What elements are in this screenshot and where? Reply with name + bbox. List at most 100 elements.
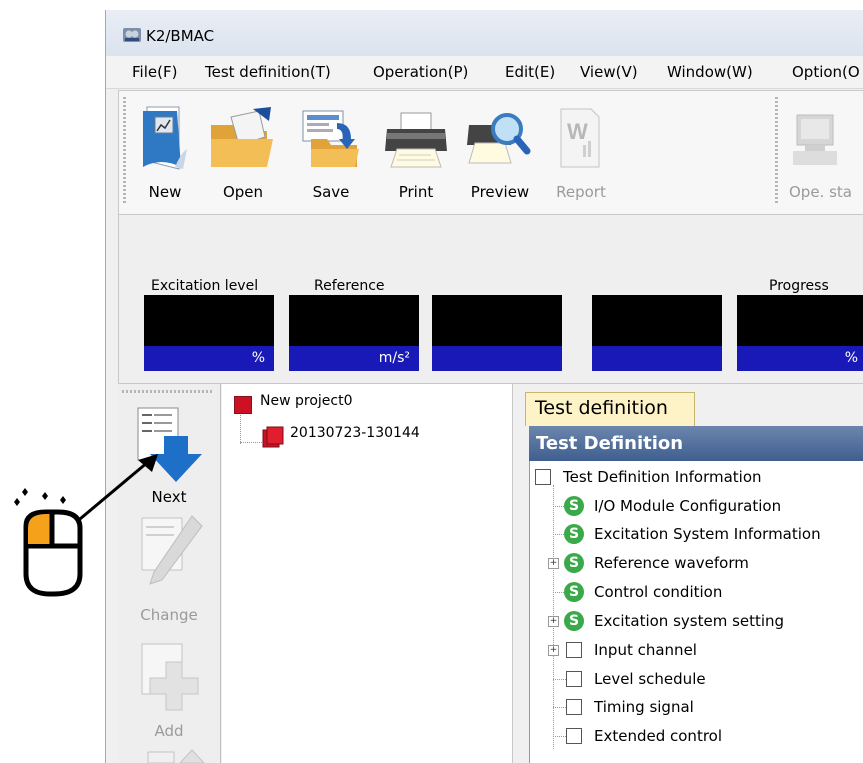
menu-edit[interactable]: Edit(E) [505, 63, 555, 81]
excitation-level-display: % [144, 295, 274, 371]
expand-icon[interactable]: + [548, 645, 559, 656]
tree-node-control-condition[interactable]: S Control condition [530, 578, 863, 606]
save-label: Save [312, 183, 350, 201]
preview-button[interactable]: Preview [459, 91, 541, 215]
tree-node-excitation-system-information[interactable]: S Excitation System Information [530, 520, 863, 548]
node-label: Reference waveform [594, 554, 749, 572]
title-bar: K2/BMAC [106, 10, 863, 56]
test-definition-title: Test Definition [536, 433, 684, 454]
tree-node-io-module-configuration[interactable]: S I/O Module Configuration [530, 492, 863, 520]
s-status-icon: S [564, 524, 584, 544]
node-label: Excitation system setting [594, 612, 785, 630]
application-window: K2/BMAC File(F) Test definition(T) Opera… [105, 10, 863, 763]
checkbox-icon[interactable] [566, 671, 582, 687]
tree-node-timing-signal[interactable]: Timing signal [530, 693, 863, 721]
window-title: K2/BMAC [146, 27, 215, 45]
blank-display [432, 295, 562, 371]
test-definition-tree: Test Definition Information S I/O Module… [529, 461, 863, 763]
project-tree: New project0 20130723-130144 [222, 384, 513, 763]
operation-start-icon [793, 114, 837, 165]
change-label: Change [140, 606, 198, 624]
s-status-icon: S [564, 582, 584, 602]
open-button[interactable]: Open [203, 91, 283, 215]
open-label: Open [222, 183, 264, 201]
reference-display: m/s² [289, 295, 419, 371]
report-button[interactable]: W Report [543, 91, 619, 215]
word-report-icon: W [560, 108, 600, 168]
test-file-icon [262, 426, 284, 448]
print-preview-icon [467, 113, 531, 164]
printer-icon [385, 112, 447, 168]
new-button[interactable]: New [131, 91, 199, 215]
tree-node-reference-waveform[interactable]: + S Reference waveform [530, 549, 863, 577]
mouse-left-click-icon [14, 454, 158, 597]
checkbox-icon[interactable] [566, 728, 582, 744]
operation-start-label: Ope. sta [789, 183, 852, 201]
operation-start-button[interactable]: Ope. sta [781, 91, 863, 215]
status-panel: Excitation level Reference Progress % m/… [118, 214, 863, 384]
menu-test-definition[interactable]: Test definition(T) [205, 63, 331, 81]
tree-node-level-schedule[interactable]: Level schedule [530, 665, 863, 693]
s-status-icon: S [564, 496, 584, 516]
test-name: 20130723-130144 [290, 425, 420, 441]
menu-bar: File(F) Test definition(T) Operation(P) … [106, 56, 863, 89]
expand-icon[interactable]: + [548, 616, 559, 627]
add-button[interactable]: Add [118, 642, 220, 742]
sidebar-grip[interactable] [122, 390, 214, 393]
toolbar-grip[interactable] [123, 97, 126, 203]
new-document-icon [143, 106, 187, 170]
menu-file[interactable]: File(F) [132, 63, 177, 81]
menu-window[interactable]: Window(W) [667, 63, 753, 81]
tree-node-test-definition-information[interactable]: Test Definition Information [530, 463, 863, 491]
new-label: New [148, 183, 182, 201]
svg-text:W: W [567, 119, 588, 144]
node-label: Test Definition Information [563, 468, 762, 486]
node-label: Timing signal [594, 698, 694, 716]
node-label: Level schedule [594, 670, 706, 688]
project-icon [234, 396, 252, 414]
s-status-icon: S [564, 553, 584, 573]
tab-test-definition[interactable]: Test definition [525, 392, 695, 426]
add-plus-icon [141, 643, 199, 711]
node-label: Excitation System Information [594, 525, 821, 543]
tree-node-extended-control[interactable]: Extended control [530, 722, 863, 750]
tree-node-input-channel[interactable]: + Input channel [530, 636, 863, 664]
excitation-level-label: Excitation level [151, 278, 259, 294]
preview-label: Preview [470, 183, 530, 201]
move-up-icon[interactable] [146, 746, 206, 763]
save-icon [302, 110, 359, 167]
print-label: Print [398, 183, 434, 201]
node-label: Extended control [594, 727, 723, 745]
checkbox-icon[interactable] [566, 642, 582, 658]
test-definition-header: Test Definition [529, 426, 863, 461]
progress-label: Progress [769, 278, 829, 294]
bmac-app-icon [123, 28, 141, 42]
checkbox-icon[interactable] [566, 699, 582, 715]
node-label: I/O Module Configuration [594, 497, 782, 515]
print-button[interactable]: Print [377, 91, 455, 215]
open-folder-icon [211, 107, 273, 167]
save-button[interactable]: Save [291, 91, 371, 215]
excitation-unit: % [144, 346, 274, 371]
menu-operation[interactable]: Operation(P) [373, 63, 468, 81]
report-label: Report [556, 183, 606, 201]
test-definition-pane: Test definition Test Definition Test Def… [517, 392, 863, 763]
reference-unit: m/s² [289, 346, 419, 371]
expand-icon[interactable]: + [548, 558, 559, 569]
node-label: Input channel [594, 641, 697, 659]
menu-option[interactable]: Option(O [792, 63, 860, 81]
project-name: New project0 [260, 393, 353, 409]
tab-label: Test definition [535, 397, 668, 419]
add-label: Add [154, 722, 184, 740]
progress-unit: % [737, 346, 863, 371]
progress-display-2: % [737, 295, 863, 371]
toolbar-grip-2[interactable] [775, 97, 778, 203]
menu-view[interactable]: View(V) [580, 63, 638, 81]
progress-display-1 [592, 295, 722, 371]
checkbox-icon[interactable] [535, 469, 551, 485]
reference-label: Reference [314, 278, 385, 294]
s-status-icon: S [564, 611, 584, 631]
node-label: Control condition [594, 583, 723, 601]
main-toolbar: New Open Save Print Preview W Report Ope… [118, 90, 863, 216]
tree-node-excitation-system-setting[interactable]: + S Excitation system setting [530, 607, 863, 635]
